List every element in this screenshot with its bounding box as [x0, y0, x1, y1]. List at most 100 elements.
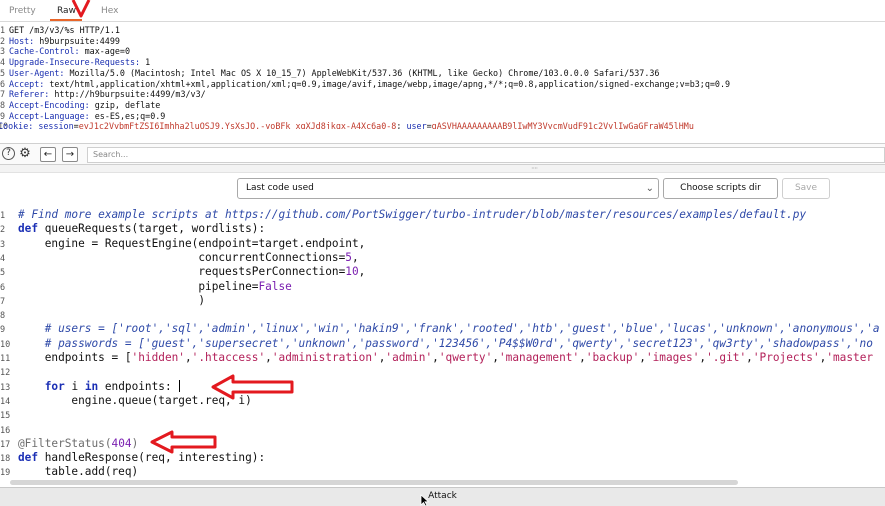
- code-token: ,: [432, 351, 439, 364]
- code-token: table.add(req): [18, 465, 139, 478]
- code-token: 'management': [498, 351, 580, 364]
- code-line: 15: [0, 408, 885, 422]
- tab-pretty[interactable]: Pretty: [9, 6, 36, 16]
- line-number: 17: [0, 439, 11, 450]
- code-token: # passwords = ['guest','supersecret','un…: [18, 336, 873, 350]
- code-token: 'admin': [385, 351, 433, 364]
- line-number: 13: [0, 382, 11, 393]
- request-header: 4 Upgrade-Insecure-Requests: 1: [0, 57, 151, 68]
- attack-button[interactable]: Attack: [0, 487, 885, 506]
- help-icon[interactable]: ?: [2, 147, 15, 160]
- line-number: 5: [0, 268, 6, 279]
- tab-raw[interactable]: Raw: [57, 6, 76, 16]
- line-number: 10: [0, 339, 11, 350]
- text-caret: [179, 379, 181, 392]
- code-token: # users = ['root','sql','admin','linux',…: [18, 322, 880, 336]
- code-token: for: [44, 379, 65, 393]
- code-line: 10 # passwords = ['guest','supersecret',…: [0, 337, 885, 351]
- request-header: 7 Referer: http://h9burpsuite:4499/m3/v3/: [0, 89, 206, 100]
- code-token: queueRequests(target, wordlists):: [38, 222, 266, 236]
- line-number: 6: [0, 282, 6, 293]
- line-number: 14: [0, 396, 11, 407]
- code-line: 11 endpoints = ['hidden','.htaccess','ad…: [0, 351, 885, 365]
- line-number: 19: [0, 468, 11, 478]
- splitter-handle-icon: ····: [531, 164, 538, 173]
- line-number: 16: [0, 425, 11, 436]
- pane-splitter[interactable]: ····: [0, 165, 885, 173]
- code-token: ,: [746, 351, 753, 364]
- previous-match-button[interactable]: ←: [40, 147, 56, 162]
- code-line: 6 pipeline=False: [0, 280, 885, 294]
- raw-request-viewer[interactable]: 1 GET /m3/v3/%s HTTP/1.1 2 Host: h9burpsui…: [0, 22, 885, 142]
- request-header: 3 Cache-Control: max-age=0: [0, 46, 131, 57]
- line-number: 11: [0, 354, 11, 364]
- code-token: engine.queue(target.req, i): [18, 393, 252, 407]
- code-token: 'qwerty': [438, 351, 493, 364]
- code-line: 2 def queueRequests(target, wordlists):: [0, 222, 885, 236]
- request-header: 5 User-Agent: Mozilla/5.0 (Macintosh; Int…: [0, 67, 660, 78]
- code-line: 14 engine.queue(target.req, i): [0, 394, 885, 408]
- message-tabs: Pretty Raw Hex: [0, 0, 885, 22]
- code-line: 18 def handleResponse(req, interesting):: [0, 451, 885, 465]
- choose-scripts-dir-button[interactable]: Choose scripts dir: [663, 178, 778, 199]
- code-token: @FilterStatus(: [18, 436, 112, 450]
- code-token: '.htaccess': [191, 351, 266, 364]
- code-token: 'images': [645, 351, 700, 364]
- line-number: 7: [0, 296, 6, 307]
- code-token: 'administration': [271, 351, 379, 364]
- code-token: 'hidden': [131, 351, 185, 364]
- code-token: engine = RequestEngine(endpoint=target.e…: [18, 236, 366, 250]
- code-token: 'backup': [585, 351, 640, 364]
- gear-icon[interactable]: ⚙: [18, 147, 32, 161]
- code-token: endpoints = [: [18, 351, 132, 364]
- code-token: False: [258, 279, 292, 293]
- code-token: ,: [184, 351, 192, 364]
- request-header: 9 Accept-Language: es-ES,es;q=0.9: [0, 110, 166, 121]
- request-header: 6 Accept: text/html,application/xhtml+xml…: [0, 78, 731, 89]
- script-select[interactable]: Last code used ⌄: [237, 178, 659, 199]
- line-number: 15: [0, 411, 11, 422]
- code-token: # Find more example scripts at https://g…: [18, 208, 807, 221]
- code-token: 'Projects': [752, 351, 820, 364]
- code-token: ,: [265, 351, 272, 364]
- code-line: 12: [0, 365, 885, 379]
- line-number: 8: [0, 311, 6, 322]
- tab-hex[interactable]: Hex: [101, 6, 118, 16]
- mouse-cursor-icon: [420, 494, 430, 506]
- attack-button-label: Attack: [428, 491, 457, 501]
- request-header: 2 Host: h9burpsuite:4499: [0, 35, 120, 46]
- horizontal-scrollbar[interactable]: [0, 478, 885, 487]
- request-cookie-header: 10Cookie: session=eyJ1c2VybmFtZSI6Imhha2…: [0, 121, 694, 130]
- next-match-button[interactable]: →: [62, 147, 78, 162]
- line-number: 1: [0, 211, 6, 221]
- code-token: concurrentConnections=: [18, 250, 346, 264]
- line-number: 4: [0, 253, 6, 264]
- line-number: 12: [0, 368, 11, 379]
- request-line: 1 GET /m3/v3/%s HTTP/1.1: [0, 25, 120, 35]
- code-line: 9 # users = ['root','sql','admin','linux…: [0, 322, 885, 336]
- script-select-value: Last code used: [246, 183, 314, 193]
- save-button[interactable]: Save: [782, 178, 830, 199]
- scrollbar-thumb[interactable]: [10, 480, 738, 485]
- code-line: 17 @FilterStatus(404): [0, 437, 885, 451]
- line-number: 9: [0, 325, 6, 336]
- code-token: ,: [579, 351, 586, 364]
- code-token: handleResponse(req, interesting):: [38, 451, 266, 465]
- code-token: 404: [111, 436, 132, 450]
- search-toolbar: ? ⚙ ← → Search...: [0, 143, 885, 165]
- code-editor[interactable]: 1 # Find more example scripts at https://…: [0, 207, 885, 478]
- code-token: ,: [639, 351, 646, 364]
- code-token: '.git': [706, 351, 747, 364]
- request-header: 8 Accept-Encoding: gzip, deflate: [0, 99, 161, 110]
- code-token: 5: [345, 250, 352, 264]
- code-line: 5 requestsPerConnection=10,: [0, 265, 885, 279]
- search-input[interactable]: Search...: [87, 147, 885, 163]
- line-number: 3: [0, 239, 6, 250]
- chevron-down-icon: ⌄: [645, 183, 654, 194]
- code-line: 19 table.add(req): [0, 465, 885, 478]
- code-token: pipeline=: [18, 279, 259, 293]
- code-line: 1 # Find more example scripts at https://…: [0, 208, 885, 222]
- code-token: endpoints:: [98, 379, 179, 393]
- code-token: i: [64, 379, 85, 393]
